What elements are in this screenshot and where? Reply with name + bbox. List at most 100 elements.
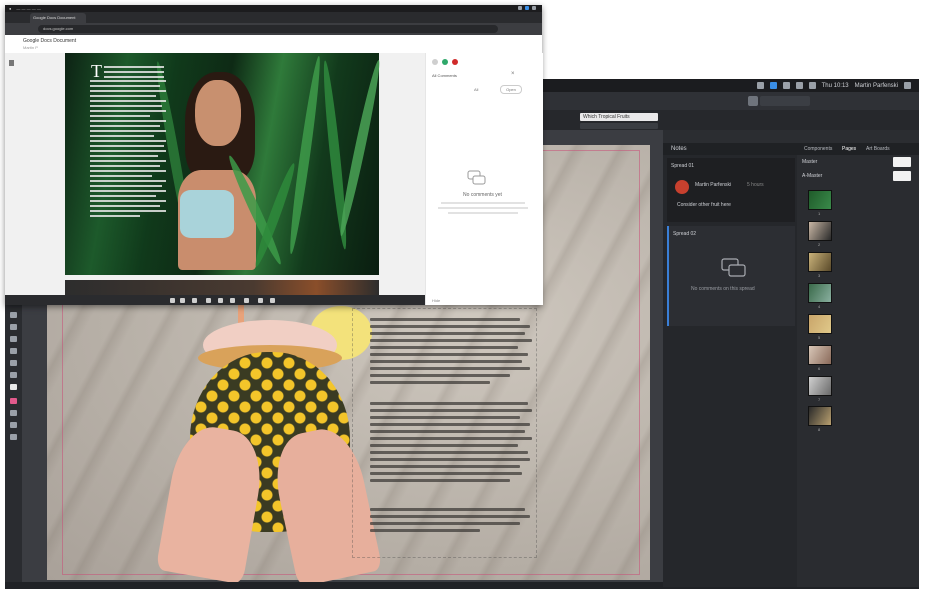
page-thumbnail[interactable] [808, 252, 832, 272]
menubar-status-icon[interactable] [756, 82, 764, 89]
wifi-icon[interactable] [532, 6, 536, 10]
open-button[interactable]: Open [500, 85, 522, 94]
tool-icon[interactable] [10, 410, 17, 416]
master-label: Master [802, 159, 818, 165]
menubar-user[interactable]: Martin Parfenski [855, 83, 898, 89]
tab-components[interactable]: Components [804, 146, 832, 152]
zoom-in-icon[interactable] [218, 298, 223, 303]
page-number: 7 [818, 397, 821, 402]
no-comments-text: No comments yet [463, 192, 502, 198]
tools-panel [5, 303, 22, 582]
pen-tool-icon[interactable] [10, 336, 17, 342]
comment-time: 5 hours [747, 182, 764, 188]
spread-02-card[interactable]: Spread 02 No comments on this spread [667, 226, 795, 326]
clock: Thu 10:13 [821, 82, 849, 89]
body-text-frame[interactable] [370, 318, 534, 388]
doc-text-block [90, 80, 166, 220]
document-subtitle: Martin P [23, 45, 38, 50]
app-menubar: Thu 10:13 Martin Parfenski [543, 79, 919, 92]
tab-art-boards[interactable]: Art Boards [866, 146, 890, 152]
text-tool-icon[interactable] [10, 348, 17, 354]
menubar-status-icon[interactable] [782, 82, 790, 89]
swimsuit [180, 190, 234, 238]
page-thumbnail[interactable] [808, 221, 832, 241]
page-thumbnail[interactable] [808, 376, 832, 396]
frame-tool-icon[interactable] [10, 324, 17, 330]
menubar-status-icon[interactable] [518, 6, 522, 10]
spread-01-card[interactable]: Spread 01 Martin Parfenski 5 hours Consi… [667, 158, 795, 222]
download-icon[interactable] [244, 298, 249, 303]
body-text-frame[interactable] [370, 508, 534, 536]
color-swatch-icon[interactable] [10, 398, 17, 404]
page-thumbnail[interactable] [808, 314, 832, 334]
page-thumbnail[interactable] [808, 406, 832, 426]
comments-filter[interactable]: All [474, 87, 478, 92]
page-thumbnail[interactable] [808, 345, 832, 365]
wifi-icon[interactable] [808, 82, 816, 89]
page-thumbnail[interactable] [808, 283, 832, 303]
document-header [5, 35, 542, 54]
page-thumbnail[interactable] [808, 190, 832, 210]
document-subtab[interactable] [580, 123, 658, 129]
empty-comments-text: No comments on this spread [691, 286, 755, 292]
comment-author: Martin Parfenski [695, 182, 732, 188]
zoom-out-icon[interactable] [206, 298, 211, 303]
sidepanel-toolbar [432, 59, 458, 65]
toolbar-button[interactable] [748, 96, 758, 106]
close-icon[interactable]: × [511, 71, 515, 77]
page-number: 3 [818, 273, 821, 278]
doc-text-block [104, 66, 164, 81]
shape-tool-icon[interactable] [10, 360, 17, 366]
notes-panel-header[interactable]: Notes [663, 143, 797, 155]
spread-label: Spread 02 [673, 231, 697, 237]
app-toolbar [543, 92, 919, 111]
dropbox-icon[interactable] [769, 82, 777, 89]
fit-icon[interactable] [230, 298, 235, 303]
a-master-label: A-Master [802, 173, 823, 179]
print-icon[interactable] [258, 298, 263, 303]
comment-text: Consider other fruit here [677, 202, 731, 208]
menubar-status-icon[interactable] [795, 82, 803, 89]
record-icon[interactable] [452, 59, 458, 65]
spread-label: Spread 01 [671, 163, 695, 169]
dropbox-icon[interactable] [525, 6, 529, 10]
page-number: 4 [818, 304, 821, 309]
next-page-icon[interactable] [192, 298, 197, 303]
zoom-tool-icon[interactable] [10, 372, 17, 378]
viewer-toolbar [5, 295, 425, 305]
search-icon[interactable] [904, 82, 911, 89]
comments-icon [467, 170, 486, 185]
prev-page-icon[interactable] [170, 298, 175, 303]
apple-icon[interactable]: ● [9, 6, 11, 11]
body-text-frame[interactable] [370, 402, 534, 486]
sidepanel-footer[interactable]: Hide [432, 298, 440, 303]
tab-pages[interactable]: Pages [842, 146, 856, 152]
document-tab[interactable]: Which Tropical Fruits [580, 113, 658, 121]
tool-icon[interactable] [10, 434, 17, 440]
move-tool-icon[interactable] [10, 312, 17, 318]
more-icon[interactable] [270, 298, 275, 303]
document-title[interactable]: Google Docs Document [23, 38, 76, 44]
menubar-items[interactable]: — — — — — [16, 6, 40, 11]
page-number: 6 [818, 366, 821, 371]
face [195, 80, 241, 146]
avatar [675, 180, 689, 194]
outline-icon[interactable] [9, 60, 14, 66]
drop-cap: T [91, 61, 102, 81]
page-number: 1 [818, 211, 821, 216]
comment-icon[interactable] [432, 59, 438, 65]
browser-menubar: ● — — — — — [5, 5, 542, 12]
page-number: 5 [818, 335, 821, 340]
page-number: 8 [818, 427, 821, 432]
master-thumbnail[interactable] [893, 157, 911, 167]
fill-swatch-icon[interactable] [10, 384, 17, 390]
no-comments-description [438, 202, 528, 217]
tool-icon[interactable] [10, 422, 17, 428]
a-master-thumbnail[interactable] [893, 171, 911, 181]
page-number: 2 [818, 242, 821, 247]
toolbar-dropdown[interactable] [760, 96, 810, 106]
page-icon[interactable] [180, 298, 185, 303]
address-bar[interactable]: docs.google.com [38, 25, 498, 33]
approve-icon[interactable] [442, 59, 448, 65]
browser-tab[interactable]: Google Docs Document [30, 13, 86, 23]
